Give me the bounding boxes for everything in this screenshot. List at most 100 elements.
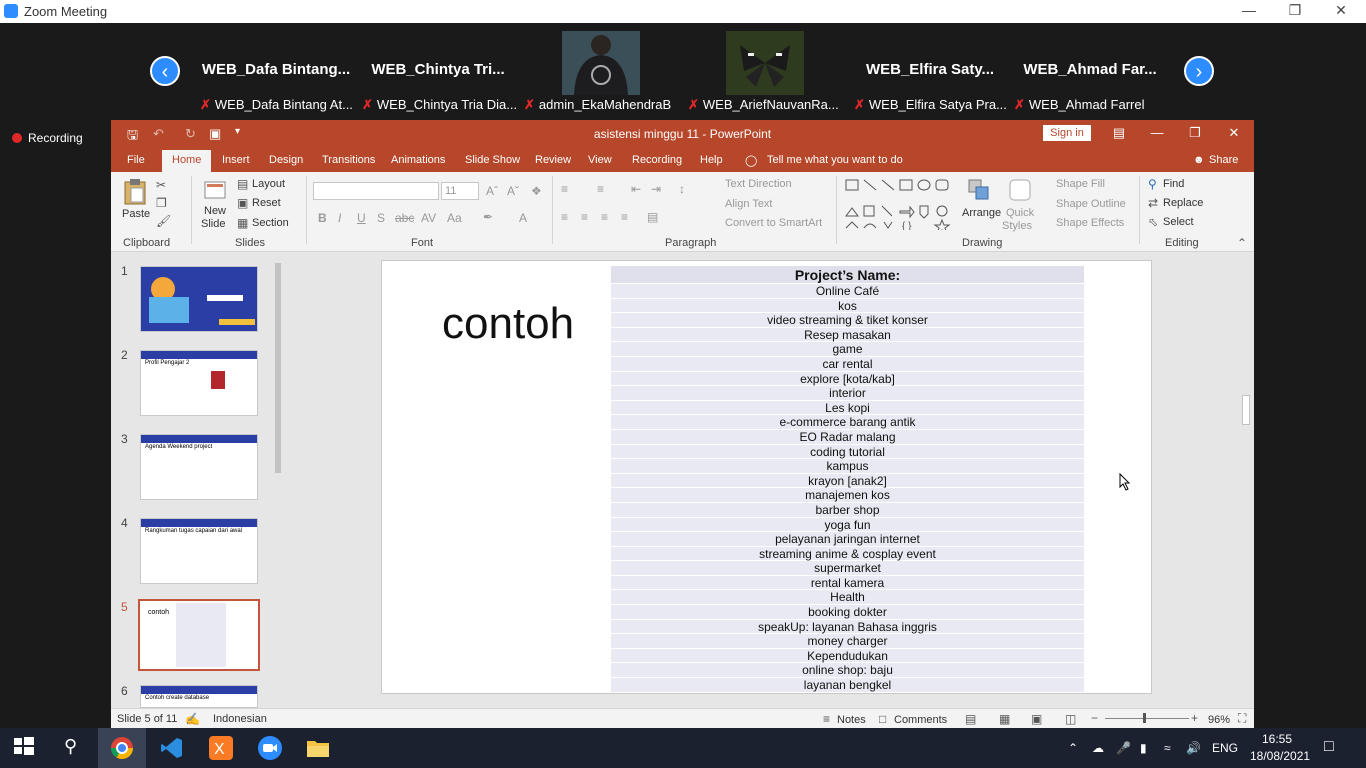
slide-thumbnail[interactable]: Agenda Weekend project bbox=[140, 434, 258, 500]
slide-canvas[interactable]: contoh Project’s Name: Online Café kos vid… bbox=[381, 260, 1152, 694]
windows-start-icon[interactable] bbox=[14, 736, 38, 760]
layout-icon[interactable]: ▤ bbox=[237, 177, 248, 191]
slide-sorter-icon[interactable]: ▦ bbox=[999, 712, 1010, 726]
font-size-box[interactable]: 11 bbox=[441, 182, 479, 200]
slide-thumbnail-selected[interactable]: contoh bbox=[138, 599, 260, 671]
projects-table[interactable]: Project’s Name: Online Café kos video stre… bbox=[611, 266, 1084, 693]
tab-animations[interactable]: Animations bbox=[391, 154, 445, 166]
find-button[interactable]: Find bbox=[1163, 178, 1184, 190]
layout-button[interactable]: Layout bbox=[252, 178, 285, 190]
comments-button[interactable]: Comments bbox=[894, 714, 947, 726]
zoom-level[interactable]: 96% bbox=[1208, 714, 1230, 726]
reset-button[interactable]: Reset bbox=[252, 197, 281, 209]
reading-view-icon[interactable]: ▣ bbox=[1031, 712, 1042, 726]
arrange-icon[interactable] bbox=[967, 178, 991, 204]
gallery-prev-button[interactable]: ‹ bbox=[150, 56, 180, 86]
normal-view-icon[interactable]: ▤ bbox=[965, 712, 976, 726]
slide-thumbnail[interactable]: Profil Pengajar 2 bbox=[140, 350, 258, 416]
clock-date[interactable]: 18/08/2021 bbox=[1250, 749, 1310, 763]
slide-thumbnail[interactable] bbox=[140, 266, 258, 332]
slideshow-view-icon[interactable]: ◫ bbox=[1065, 712, 1076, 726]
share-button[interactable]: Share bbox=[1209, 154, 1238, 166]
tab-insert[interactable]: Insert bbox=[222, 154, 250, 166]
tab-help[interactable]: Help bbox=[700, 154, 723, 166]
taskbar-active-app[interactable] bbox=[98, 728, 146, 768]
tab-recording[interactable]: Recording bbox=[632, 154, 682, 166]
scrollbar-thumb[interactable] bbox=[275, 263, 281, 473]
font-color-icon[interactable]: A bbox=[519, 211, 527, 225]
increase-indent-icon[interactable]: ⇥ bbox=[651, 182, 661, 196]
justify-icon[interactable]: ≡ bbox=[621, 210, 628, 224]
cut-icon[interactable]: ✂ bbox=[156, 178, 166, 192]
search-icon[interactable]: ⚲ bbox=[64, 736, 88, 760]
bullets-icon[interactable]: ≡ bbox=[561, 182, 568, 196]
onedrive-icon[interactable]: ☁ bbox=[1092, 741, 1104, 755]
increase-font-icon[interactable]: Aˆ bbox=[486, 184, 498, 198]
find-icon[interactable]: ⚲ bbox=[1148, 177, 1157, 191]
slide-thumbnail[interactable]: Rangkuman tugas capaian dari awal bbox=[140, 518, 258, 584]
columns-icon[interactable]: ▤ bbox=[647, 210, 658, 224]
tray-overflow-icon[interactable]: ⌃ bbox=[1068, 741, 1078, 755]
align-center-icon[interactable]: ≡ bbox=[581, 210, 588, 224]
ribbon-display-icon[interactable]: ▤ bbox=[1104, 125, 1134, 141]
format-painter-icon[interactable]: 🖌 bbox=[156, 214, 171, 228]
ppt-minimize-button[interactable]: — bbox=[1142, 125, 1172, 140]
tab-slide-show[interactable]: Slide Show bbox=[465, 154, 520, 166]
participant-tile[interactable]: WEB_Dafa Bintang... ✗ WEB_Dafa Bintang At… bbox=[196, 31, 356, 117]
file-explorer-icon[interactable] bbox=[306, 736, 330, 760]
select-button[interactable]: Select bbox=[1163, 216, 1194, 228]
underline-icon[interactable]: U bbox=[357, 211, 366, 225]
wifi-icon[interactable]: ≈ bbox=[1164, 741, 1171, 755]
strikethrough-icon[interactable]: abc bbox=[395, 211, 414, 225]
slide-scrollbar[interactable] bbox=[1240, 253, 1252, 693]
new-slide-label-1[interactable]: New bbox=[204, 205, 226, 217]
participant-tile[interactable]: WEB_Ahmad Far... ✗ WEB_Ahmad Farrel bbox=[1010, 31, 1170, 117]
shadow-icon[interactable]: S bbox=[377, 211, 385, 225]
spell-check-icon[interactable]: ✍ bbox=[185, 712, 200, 726]
tab-file[interactable]: File bbox=[127, 154, 145, 166]
paste-label[interactable]: Paste bbox=[122, 208, 150, 220]
align-left-icon[interactable]: ≡ bbox=[561, 210, 568, 224]
notes-button[interactable]: Notes bbox=[837, 714, 866, 726]
shape-outline-button[interactable]: Shape Outline bbox=[1056, 198, 1126, 210]
recording-indicator[interactable]: Recording bbox=[12, 131, 83, 145]
participant-tile[interactable]: WEB_Chintya Tri... ✗ WEB_Chintya Tria Dia… bbox=[358, 31, 518, 117]
shapes-gallery-icon[interactable]: { } bbox=[844, 178, 956, 230]
thumbnails-scrollbar[interactable] bbox=[274, 253, 282, 708]
numbering-icon[interactable]: ≡ bbox=[597, 182, 604, 196]
replace-icon[interactable]: ⇄ bbox=[1148, 196, 1158, 210]
quick-styles-label-1[interactable]: Quick bbox=[1006, 207, 1034, 219]
select-icon[interactable]: ⬁ bbox=[1148, 215, 1158, 229]
font-name-box[interactable] bbox=[313, 182, 439, 200]
gallery-next-button[interactable]: › bbox=[1184, 56, 1214, 86]
highlight-icon[interactable]: ✒ bbox=[483, 210, 493, 224]
vscode-icon[interactable] bbox=[160, 736, 184, 760]
section-button[interactable]: Section bbox=[252, 217, 289, 229]
participant-tile[interactable]: ✗ admin_EkaMahendraB bbox=[520, 31, 680, 117]
collapse-ribbon-icon[interactable]: ⌃ bbox=[1237, 236, 1247, 250]
align-text-button[interactable]: Align Text bbox=[725, 198, 773, 210]
zoom-slider-thumb[interactable] bbox=[1143, 713, 1146, 723]
reset-icon[interactable]: ▣ bbox=[237, 196, 248, 210]
notes-icon[interactable]: ≡ bbox=[823, 712, 830, 726]
ppt-restore-button[interactable]: ❐ bbox=[1180, 125, 1210, 141]
minimize-button[interactable]: — bbox=[1226, 2, 1272, 20]
section-icon[interactable]: ▦ bbox=[237, 216, 248, 230]
notifications-icon[interactable]: □ bbox=[1324, 738, 1334, 756]
align-right-icon[interactable]: ≡ bbox=[601, 210, 608, 224]
quick-styles-label-2[interactable]: Styles bbox=[1002, 220, 1032, 232]
quick-styles-icon[interactable] bbox=[1008, 178, 1032, 204]
tab-home[interactable]: Home bbox=[162, 150, 212, 172]
tab-review[interactable]: Review bbox=[535, 154, 571, 166]
italic-icon[interactable]: I bbox=[338, 211, 341, 225]
close-button[interactable]: ✕ bbox=[1318, 2, 1364, 20]
restore-button[interactable]: ❐ bbox=[1272, 2, 1318, 20]
decrease-indent-icon[interactable]: ⇤ bbox=[631, 182, 641, 196]
zoom-in-icon[interactable]: + bbox=[1191, 711, 1198, 725]
zoom-slider[interactable] bbox=[1105, 713, 1189, 723]
shape-fill-button[interactable]: Shape Fill bbox=[1056, 178, 1105, 190]
decrease-font-icon[interactable]: Aˇ bbox=[507, 184, 519, 198]
volume-icon[interactable]: 🔊 bbox=[1186, 741, 1201, 755]
zoom-out-icon[interactable]: − bbox=[1091, 711, 1098, 725]
slide-thumbnail[interactable]: Contoh create database bbox=[140, 685, 258, 708]
